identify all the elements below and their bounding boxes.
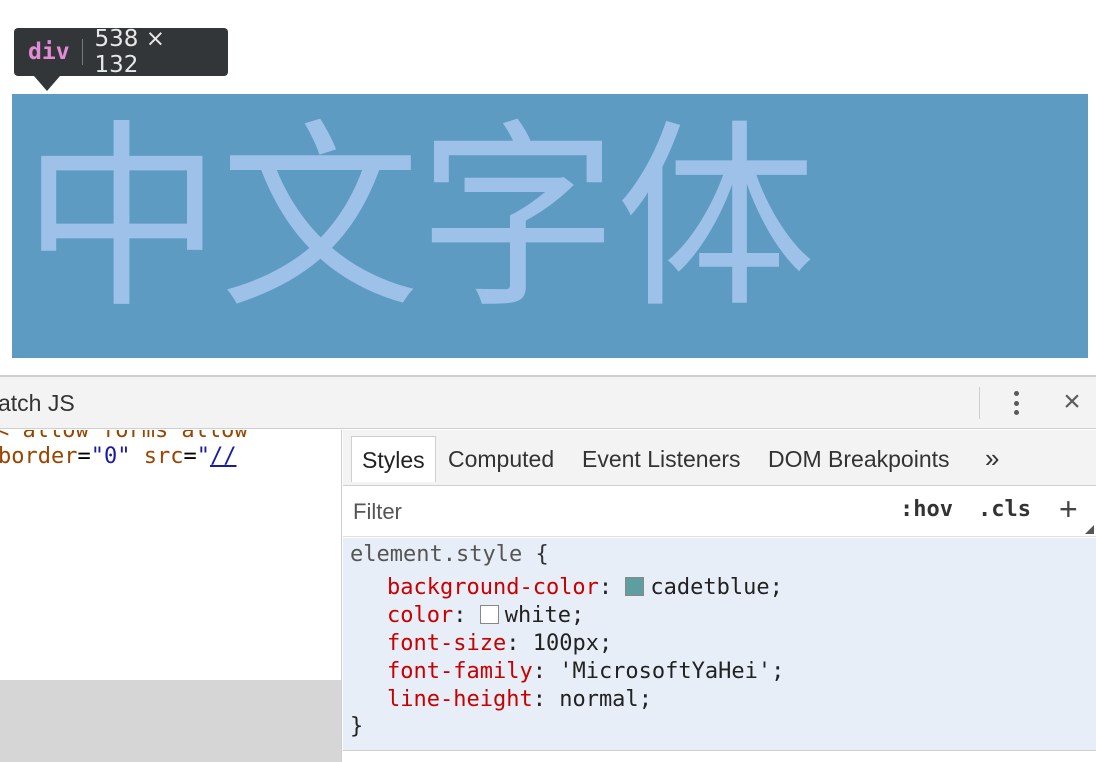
chinese-font-text: 中文字体 — [22, 103, 816, 336]
rule-selector: element.style { — [350, 542, 549, 567]
attr-name-border: border — [0, 444, 78, 469]
devtools-panel: atch JS × < allow forms allow border="0"… — [0, 375, 1096, 762]
next-rule-partial — [343, 750, 1096, 762]
property-name[interactable]: background-color — [387, 575, 599, 600]
elements-pane: < allow forms allow border="0" src="// — [0, 430, 342, 762]
property-value[interactable]: 'MicrosoftYaHei' — [559, 659, 771, 684]
property-value[interactable]: normal — [559, 687, 638, 712]
cls-toggle-button[interactable]: .cls — [978, 497, 1031, 522]
inspector-tooltip: div 538 × 132 — [14, 26, 228, 78]
tab-dom-breakpoints[interactable]: DOM Breakpoints — [758, 436, 960, 482]
attr-value-border: "0" — [90, 444, 131, 469]
tooltip-dimensions: 538 × 132 — [94, 26, 166, 78]
tooltip-separator — [81, 39, 83, 65]
property-value[interactable]: 100px — [533, 631, 599, 656]
tab-computed[interactable]: Computed — [438, 436, 564, 482]
color-swatch-icon[interactable] — [625, 577, 645, 596]
tooltip-tag-name: div — [28, 39, 70, 65]
more-options-icon[interactable] — [1006, 387, 1026, 419]
toolbar-divider — [979, 387, 980, 419]
style-property[interactable]: color: white; — [387, 603, 584, 628]
property-name[interactable]: color — [387, 603, 453, 628]
property-value[interactable]: cadetblue — [650, 575, 769, 600]
style-property[interactable]: font-size: 100px; — [387, 631, 612, 656]
dom-line-partial[interactable]: < allow forms allow — [0, 430, 248, 443]
tab-styles[interactable]: Styles — [351, 436, 436, 482]
dom-line-attributes[interactable]: border="0" src="// — [0, 444, 236, 469]
style-rule-element: element.style { background-color: cadetb… — [343, 538, 1096, 750]
tooltip-arrow — [34, 76, 60, 91]
styles-pane: Styles Computed Event Listeners DOM Brea… — [343, 430, 1096, 762]
property-value[interactable]: white — [505, 603, 571, 628]
rule-close-brace: } — [350, 714, 364, 739]
hov-toggle-button[interactable]: :hov — [900, 497, 953, 522]
filter-input[interactable]: Filter — [353, 499, 402, 525]
highlighted-div[interactable]: 中文字体 — [12, 94, 1088, 358]
style-property[interactable]: font-family: 'MicrosoftYaHei'; — [387, 659, 784, 684]
new-rule-corner-icon[interactable] — [1085, 525, 1094, 534]
attr-name-src: src — [143, 444, 184, 469]
filter-bar: Filter :hov .cls + — [343, 487, 1096, 537]
more-tabs-icon[interactable]: » — [985, 436, 999, 482]
property-name[interactable]: font-size — [387, 631, 506, 656]
sidebar-tabs: Styles Computed Event Listeners DOM Brea… — [343, 430, 1096, 486]
property-name[interactable]: font-family — [387, 659, 533, 684]
property-name[interactable]: line-height — [387, 687, 533, 712]
attr-link-src[interactable]: // — [210, 444, 237, 469]
toolbar-label[interactable]: atch JS — [0, 390, 75, 417]
tab-event-listeners[interactable]: Event Listeners — [572, 436, 751, 482]
style-property[interactable]: background-color: cadetblue; — [387, 575, 783, 600]
new-rule-button[interactable]: + — [1059, 491, 1078, 528]
devtools-toolbar: atch JS × — [0, 377, 1096, 429]
color-swatch-icon[interactable] — [479, 605, 499, 624]
elements-gray-area — [0, 680, 341, 762]
style-property[interactable]: line-height: normal; — [387, 687, 652, 712]
close-icon[interactable]: × — [1058, 385, 1086, 419]
